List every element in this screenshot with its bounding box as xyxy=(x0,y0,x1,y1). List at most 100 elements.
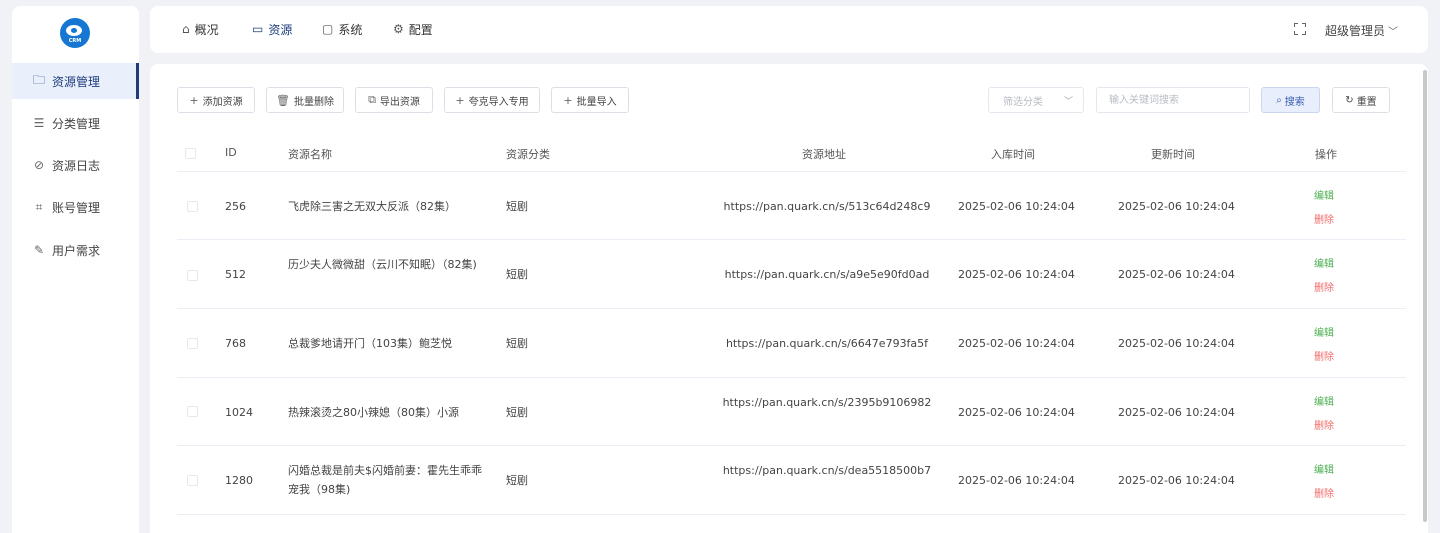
sidebar-item-logs[interactable]: ⊘ 资源日志 xyxy=(12,147,139,183)
header-id: ID xyxy=(225,146,237,159)
sidebar-item-resources[interactable]: 🗀 资源管理 xyxy=(12,63,139,99)
cell-category: 短剧 xyxy=(506,406,528,419)
header-ops: 操作 xyxy=(1315,148,1337,161)
button-label: 批量删除 xyxy=(293,96,334,108)
sidebar-item-label: 用户需求 xyxy=(52,243,101,258)
cell-updated: 2025-02-06 10:24:04 xyxy=(1118,474,1235,487)
crop-icon: ⌗ xyxy=(35,199,43,214)
cell-created: 2025-02-06 10:24:04 xyxy=(958,200,1075,213)
copy-icon: ⧉ xyxy=(368,93,376,106)
sidebar-item-accounts[interactable]: ⌗ 账号管理 xyxy=(12,189,139,225)
monitor-icon: ▢ xyxy=(322,22,334,36)
keyword-search-input[interactable] xyxy=(1096,87,1250,113)
cell-created: 2025-02-06 10:24:04 xyxy=(958,406,1075,419)
sidebar: CRM 🗀 资源管理 ☰ 分类管理 ⊘ 资源日志 ⌗ 账号管理 ✎ 用户需求 xyxy=(12,6,139,533)
edit-link[interactable]: 编辑 xyxy=(1314,461,1334,476)
tab-label: 配置 xyxy=(408,22,433,37)
row-checkbox[interactable] xyxy=(187,201,198,212)
cell-id: 256 xyxy=(225,200,246,213)
cell-url: https://pan.quark.cn/s/dea5518500b7 xyxy=(722,464,932,477)
edit-link[interactable]: 编辑 xyxy=(1314,393,1334,408)
trash-icon: 🗑 xyxy=(276,93,290,107)
plus-icon: + xyxy=(189,93,199,107)
cell-created: 2025-02-06 10:24:04 xyxy=(958,337,1075,350)
user-menu[interactable]: 超级管理员 ﹀ xyxy=(1325,22,1398,39)
sidebar-item-requests[interactable]: ✎ 用户需求 xyxy=(12,232,139,268)
cell-id: 1280 xyxy=(225,474,253,487)
add-resource-button[interactable]: + 添加资源 xyxy=(177,87,255,113)
cell-name: 闪婚总裁是前夫$闪婚前妻：霍先生乖乖宠我（98集) xyxy=(288,464,482,496)
top-nav: ⌂ 概况 ▭ 资源 ▢ 系统 ⚙ 配置 超级管理员 ﹀ xyxy=(150,6,1428,53)
cell-updated: 2025-02-06 10:24:04 xyxy=(1118,406,1235,419)
button-label: 重置 xyxy=(1356,96,1377,108)
button-label: 导出资源 xyxy=(379,96,420,108)
gear-icon: ⚙ xyxy=(393,22,404,36)
tab-overview[interactable]: ⌂ 概况 xyxy=(182,20,219,38)
search-button[interactable]: ⌕ 搜索 xyxy=(1261,87,1320,113)
compass-icon: ⊘ xyxy=(33,158,45,172)
plus-icon: + xyxy=(563,93,573,107)
header-category: 资源分类 xyxy=(506,148,550,161)
cell-category: 短剧 xyxy=(506,337,528,350)
cell-created: 2025-02-06 10:24:04 xyxy=(958,474,1075,487)
pen-icon: ✎ xyxy=(33,243,45,257)
vertical-scrollbar[interactable] xyxy=(1423,70,1427,522)
cell-category: 短剧 xyxy=(506,268,528,281)
batch-import-button[interactable]: + 批量导入 xyxy=(551,87,629,113)
header-created: 入库时间 xyxy=(991,148,1035,161)
edit-link[interactable]: 编辑 xyxy=(1314,187,1334,202)
tab-label: 概况 xyxy=(194,22,219,37)
cell-updated: 2025-02-06 10:24:04 xyxy=(1118,337,1235,350)
resource-panel: +添加资源 🗑批量删除 ⧉导出资源 +夸克导入专用 +批量导入 筛选分类 ﹀ ⌕… xyxy=(150,64,1428,533)
delete-link[interactable]: 删除 xyxy=(1314,279,1334,294)
sidebar-item-categories[interactable]: ☰ 分类管理 xyxy=(12,105,139,141)
row-checkbox[interactable] xyxy=(187,270,198,281)
sidebar-item-label: 资源管理 xyxy=(52,74,101,89)
export-button[interactable]: ⧉ 导出资源 xyxy=(355,87,433,113)
fullscreen-icon[interactable] xyxy=(1294,23,1306,35)
delete-link[interactable]: 删除 xyxy=(1314,211,1334,226)
search-icon: ⌕ xyxy=(1276,94,1282,106)
table-row: 256 飞虎除三害之无双大反派（82集） 短剧 https://pan.quar… xyxy=(177,172,1406,240)
logo-text: CRM xyxy=(68,38,82,44)
row-checkbox[interactable] xyxy=(187,338,198,349)
tab-config[interactable]: ⚙ 配置 xyxy=(393,20,433,38)
tab-system[interactable]: ▢ 系统 xyxy=(322,20,362,38)
cell-updated: 2025-02-06 10:24:04 xyxy=(1118,200,1235,213)
reset-button[interactable]: ↻ 重置 xyxy=(1332,87,1390,113)
chevron-down-icon: ﹀ xyxy=(1063,97,1073,107)
cell-name: 飞虎除三害之无双大反派（82集） xyxy=(288,200,456,213)
cell-updated: 2025-02-06 10:24:04 xyxy=(1118,268,1235,281)
select-all-checkbox[interactable] xyxy=(185,148,196,159)
category-filter-select[interactable]: 筛选分类 ﹀ xyxy=(988,87,1084,113)
cell-id: 1024 xyxy=(225,406,253,419)
row-checkbox[interactable] xyxy=(187,475,198,486)
cell-id: 768 xyxy=(225,337,246,350)
quark-import-button[interactable]: + 夸克导入专用 xyxy=(444,87,540,113)
sidebar-item-label: 资源日志 xyxy=(52,158,101,173)
button-label: 夸克导入专用 xyxy=(468,96,529,108)
cell-category: 短剧 xyxy=(506,200,528,213)
header-name: 资源名称 xyxy=(288,148,332,161)
row-checkbox[interactable] xyxy=(187,406,198,417)
cell-url: https://pan.quark.cn/s/513c64d248c9 xyxy=(723,200,931,213)
cell-name: 历少夫人微微甜（云川不知眠）（82集) xyxy=(288,258,477,271)
user-name: 超级管理员 xyxy=(1324,24,1385,38)
tab-label: 资源 xyxy=(268,22,293,37)
cell-category: 短剧 xyxy=(506,474,528,487)
cell-url: https://pan.quark.cn/s/6647e793fa5f xyxy=(725,337,929,350)
cell-id: 512 xyxy=(225,268,246,281)
delete-link[interactable]: 删除 xyxy=(1314,485,1334,500)
folder-icon: 🗀 xyxy=(32,72,45,87)
batch-delete-button[interactable]: 🗑 批量删除 xyxy=(266,87,344,113)
table-row: 512 历少夫人微微甜（云川不知眠）（82集) 短剧 https://pan.q… xyxy=(177,240,1406,309)
edit-link[interactable]: 编辑 xyxy=(1314,255,1334,270)
edit-link[interactable]: 编辑 xyxy=(1314,324,1334,339)
tab-resources[interactable]: ▭ 资源 xyxy=(252,20,292,38)
cell-name: 热辣滚烫之80小辣媳（80集）小源 xyxy=(288,406,459,419)
tab-label: 系统 xyxy=(338,22,363,37)
cell-url: https://pan.quark.cn/s/a9e5e90fd0ad xyxy=(724,268,930,281)
delete-link[interactable]: 删除 xyxy=(1314,348,1334,363)
plus-icon: + xyxy=(455,93,465,107)
delete-link[interactable]: 删除 xyxy=(1314,417,1334,432)
